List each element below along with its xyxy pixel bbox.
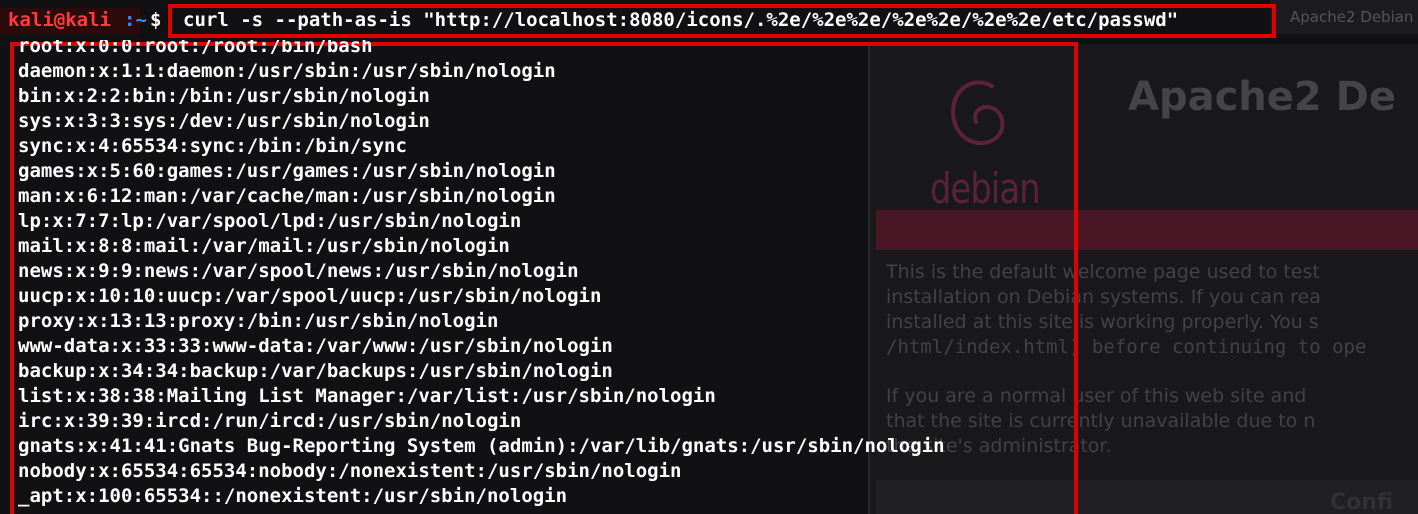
output-line: lp:x:7:7:lp:/var/spool/lpd:/usr/sbin/nol… bbox=[18, 210, 522, 232]
desktop-screen: Apache2 Debian Default Page: It works de… bbox=[0, 0, 1418, 514]
output-line: sync:x:4:65534:sync:/bin:/bin/sync bbox=[18, 135, 407, 157]
page-title: Apache2 De bbox=[1128, 74, 1396, 120]
output-line: backup:x:34:34:backup:/var/backups:/usr/… bbox=[18, 360, 613, 382]
output-line: proxy:x:13:13:proxy:/bin:/usr/sbin/nolog… bbox=[18, 310, 499, 332]
output-line: news:x:9:9:news:/var/spool/news:/usr/sbi… bbox=[18, 260, 579, 282]
output-line: root:x:0:0:root:/root:/bin/bash bbox=[18, 40, 373, 57]
output-line: daemon:x:1:1:daemon:/usr/sbin:/usr/sbin/… bbox=[18, 60, 556, 82]
command-highlight-box bbox=[168, 4, 1276, 38]
output-line: sys:x:3:3:sys:/dev:/usr/sbin/nologin bbox=[18, 110, 430, 132]
output-line: games:x:5:60:games:/usr/games:/usr/sbin/… bbox=[18, 160, 556, 182]
output-line: irc:x:39:39:ircd:/run/ircd:/usr/sbin/nol… bbox=[18, 410, 522, 432]
output-line: bin:x:2:2:bin:/bin:/usr/sbin/nologin bbox=[18, 85, 430, 107]
output-line: www-data:x:33:33:www-data:/var/www:/usr/… bbox=[18, 335, 613, 357]
output-line: mail:x:8:8:mail:/var/mail:/usr/sbin/nolo… bbox=[18, 235, 510, 257]
output-line: nobody:x:65534:65534:nobody:/nonexistent… bbox=[18, 460, 682, 482]
prompt-path: :~ bbox=[124, 9, 147, 31]
output-line: gnats:x:41:41:Gnats Bug-Reporting System… bbox=[18, 435, 945, 457]
output-line: list:x:38:38:Mailing List Manager:/var/l… bbox=[18, 385, 716, 407]
prompt-user: kali@kali bbox=[8, 9, 111, 31]
output-line: man:x:6:12:man:/var/cache/man:/usr/sbin/… bbox=[18, 185, 556, 207]
terminal-output[interactable]: root:x:0:0:root:/root:/bin/bash daemon:x… bbox=[18, 40, 945, 509]
output-line: uucp:x:10:10:uucp:/var/spool/uucp:/usr/s… bbox=[18, 285, 602, 307]
config-section-title: Confi bbox=[1330, 490, 1394, 514]
prompt-symbol: $ bbox=[150, 9, 162, 31]
output-line: _apt:x:100:65534::/nonexistent:/usr/sbin… bbox=[18, 485, 568, 507]
